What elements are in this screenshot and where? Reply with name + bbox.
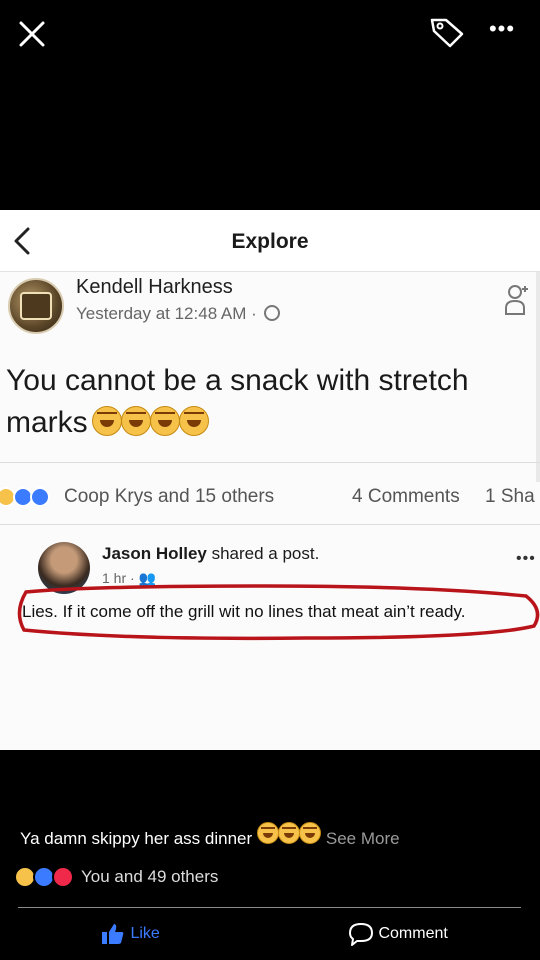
globe-icon [263, 305, 280, 321]
reaction-icons [0, 486, 50, 508]
laughing-emoji-icon [256, 822, 279, 844]
see-more-link[interactable]: See More [326, 829, 400, 848]
laughing-emoji-icon [149, 406, 180, 436]
author-name: Kendell Harkness [76, 276, 233, 298]
tag-icon[interactable] [426, 14, 466, 50]
sharer-name: Jason Holley [102, 544, 207, 563]
post-caption: Ya damn skippy her ass dinner See More [20, 822, 400, 849]
thumbs-up-icon [102, 924, 124, 944]
comment-button[interactable]: Comment [348, 922, 448, 948]
red-highlight-circle [17, 584, 540, 641]
divider [0, 524, 540, 525]
laughing-emoji-icon [178, 406, 209, 436]
like-button[interactable]: Like [100, 922, 160, 948]
likes-summary[interactable]: You and 49 others [14, 866, 218, 888]
laughing-emoji-group [91, 406, 209, 448]
post-text-content: You cannot be a snack with stretch marks [6, 364, 469, 439]
scroll-edge [536, 272, 540, 482]
viewer-top-bar: ••• [0, 0, 540, 70]
shared-screenshot-photo: Explore Kendell Harkness Yesterday at 12… [0, 210, 540, 750]
header-title: Explore [231, 230, 309, 253]
close-icon[interactable] [14, 16, 50, 52]
divider [18, 907, 521, 908]
post-timestamp: Yesterday at 12:48 AM · [76, 304, 262, 323]
laughing-emoji-icon [91, 406, 122, 436]
person-add-icon [503, 282, 531, 318]
laughing-emoji-icon [277, 822, 300, 844]
love-reaction-icon [52, 866, 74, 888]
like-reaction-icon [30, 486, 50, 507]
sharer-line: Jason Holley shared a post. [102, 544, 319, 564]
post-text: You cannot be a snack with stretch marks [6, 360, 531, 448]
shared-more-icon: ••• [516, 550, 536, 567]
shared-action: shared a post. [206, 544, 320, 563]
comment-label: Comment [378, 925, 448, 942]
like-label: Like [130, 925, 160, 942]
more-options-icon[interactable]: ••• [484, 14, 520, 50]
crest-logo [20, 292, 52, 320]
screenshot-header: Explore [0, 210, 540, 272]
reactions-bar: Coop Krys and 15 others 4 Comments 1 Sha [0, 486, 540, 510]
comments-count: 4 Comments [352, 486, 460, 507]
caption-text: Ya damn skippy her ass dinner [20, 829, 253, 848]
laughing-emoji-icon [120, 406, 151, 436]
laughing-emoji-icon [298, 822, 321, 844]
author-avatar [8, 278, 64, 334]
divider [0, 462, 540, 463]
shares-count: 1 Sha [485, 486, 535, 507]
comment-bubble-icon [349, 923, 373, 946]
likes-label: You and 49 others [81, 867, 219, 886]
reactions-label: Coop Krys and 15 others [64, 486, 275, 507]
post-meta: Yesterday at 12:48 AM · [76, 304, 280, 324]
